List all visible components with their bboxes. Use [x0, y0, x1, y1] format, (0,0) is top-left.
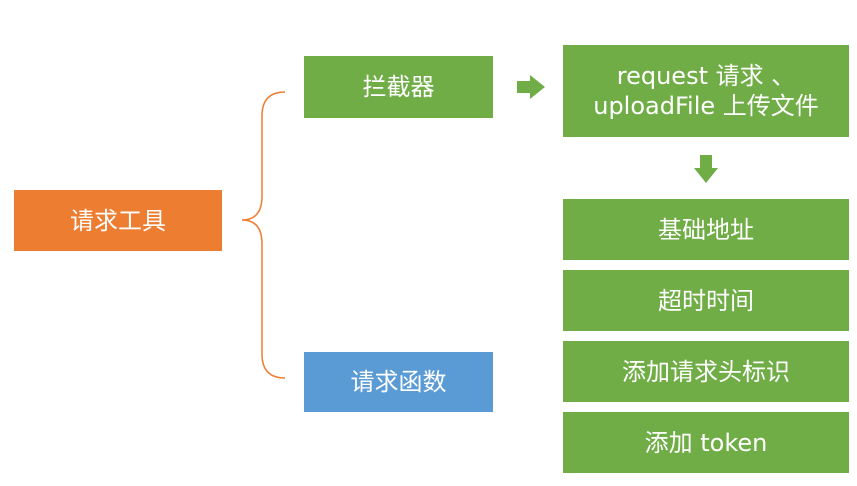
config-item-timeout: 超时时间 — [563, 270, 849, 331]
config-item-label: 添加请求头标识 — [622, 357, 790, 386]
down-arrow-icon — [694, 155, 718, 183]
root-node-label: 请求工具 — [70, 206, 166, 235]
config-item-token: 添加 token — [563, 412, 849, 473]
root-node-request-tool: 请求工具 — [14, 190, 222, 251]
target-node-request-upload: request 请求 、 uploadFile 上传文件 — [563, 45, 849, 137]
branch-node-request-function: 请求函数 — [304, 352, 493, 412]
curly-brace — [241, 91, 286, 379]
config-item-label: 添加 token — [644, 428, 768, 457]
config-item-label: 超时时间 — [658, 286, 754, 315]
config-item-base-url: 基础地址 — [563, 199, 849, 260]
right-arrow-icon — [517, 75, 545, 99]
interceptor-label: 拦截器 — [362, 73, 435, 101]
config-item-header-flag: 添加请求头标识 — [563, 341, 849, 402]
target-line-1: request 请求 、 — [616, 62, 796, 90]
request-function-label: 请求函数 — [350, 368, 447, 396]
config-item-label: 基础地址 — [658, 215, 754, 244]
target-line-2: uploadFile 上传文件 — [593, 92, 819, 120]
branch-node-interceptor: 拦截器 — [304, 56, 493, 118]
